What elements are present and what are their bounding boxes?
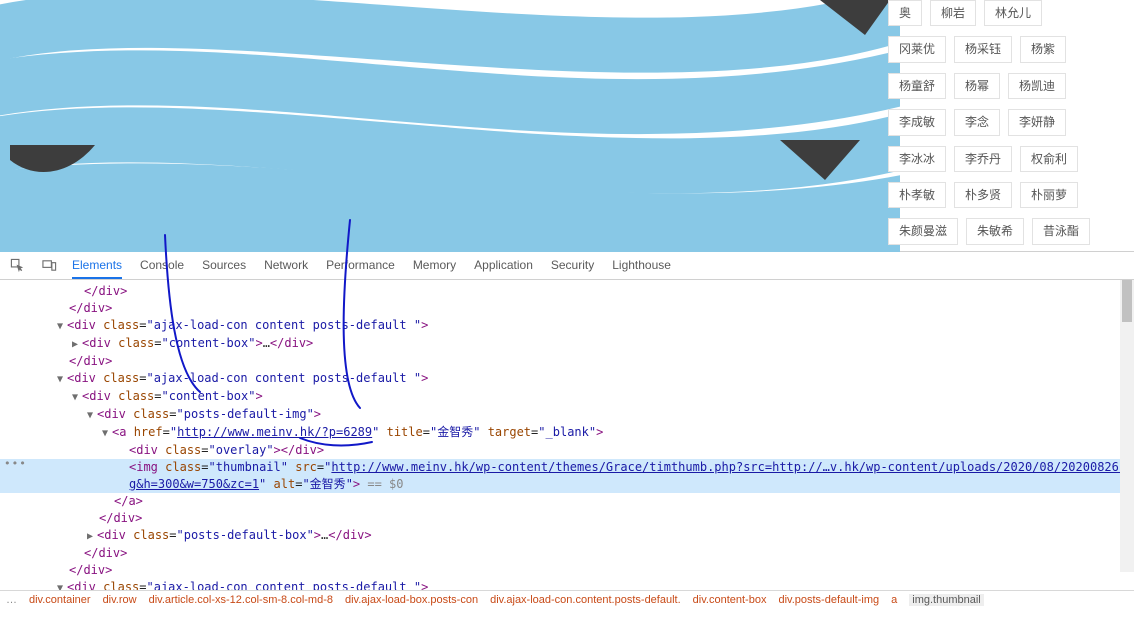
inspect-element-icon[interactable] — [8, 257, 26, 275]
tab-memory[interactable]: Memory — [413, 252, 456, 279]
tag-item[interactable]: 杨幂 — [954, 73, 1000, 99]
devtools-panel: Elements Console Sources Network Perform… — [0, 252, 1134, 608]
tag-item[interactable]: 李冰冰 — [888, 146, 946, 172]
tag-item[interactable]: 朱颜曼滋 — [888, 218, 958, 244]
tab-console[interactable]: Console — [140, 252, 184, 279]
crumb-item[interactable]: div.ajax-load-con.content.posts-default. — [490, 594, 681, 606]
tag-item[interactable]: 杨童舒 — [888, 73, 946, 99]
tag-item[interactable]: 林允儿 — [984, 0, 1042, 26]
tag-item[interactable]: 李妍静 — [1008, 109, 1066, 135]
tab-network[interactable]: Network — [264, 252, 308, 279]
crumb-item[interactable]: a — [891, 594, 897, 606]
redaction-scribble — [0, 0, 900, 252]
tag-item[interactable]: 杨采钰 — [954, 36, 1012, 62]
tag-item[interactable]: 奥 — [888, 0, 922, 26]
tag-item[interactable]: 李乔丹 — [954, 146, 1012, 172]
elements-dom-tree[interactable]: ••• </div> </div> ▼<div class="ajax-load… — [0, 280, 1134, 590]
crumb-item-selected[interactable]: img.thumbnail — [909, 594, 983, 606]
tab-elements[interactable]: Elements — [72, 252, 122, 279]
crumb-item[interactable]: div.article.col-xs-12.col-sm-8.col-md-8 — [149, 594, 333, 606]
tab-sources[interactable]: Sources — [202, 252, 246, 279]
tag-item[interactable]: 柳岩 — [930, 0, 976, 26]
tag-item[interactable]: 朱敏希 — [966, 218, 1024, 244]
crumb-item[interactable]: div.content-box — [693, 594, 767, 606]
tag-item[interactable]: 杨紫 — [1020, 36, 1066, 62]
crumb-overflow[interactable]: … — [6, 594, 17, 606]
tag-item[interactable]: 冈莱优 — [888, 36, 946, 62]
tag-item[interactable]: 朴丽萝 — [1020, 182, 1078, 208]
devtools-tabs: Elements Console Sources Network Perform… — [72, 252, 671, 279]
devtools-toolbar: Elements Console Sources Network Perform… — [0, 252, 1134, 280]
tag-item[interactable]: 权俞利 — [1020, 146, 1078, 172]
main-content-thumbnails — [0, 0, 880, 252]
crumb-item[interactable]: div.ajax-load-box.posts-con — [345, 594, 478, 606]
tab-application[interactable]: Application — [474, 252, 533, 279]
scrollbar-thumb[interactable] — [1122, 280, 1132, 322]
tag-item[interactable]: 昔泳酯 — [1032, 218, 1090, 244]
page-content-region: 奥柳岩林允儿 冈莱优杨采钰杨紫 杨童舒杨幂杨凯迪 李成敏李念李妍静 李冰冰李乔丹… — [0, 0, 1134, 252]
device-toolbar-icon[interactable] — [40, 257, 58, 275]
tag-item[interactable]: 李念 — [954, 109, 1000, 135]
tag-item[interactable]: 朴孝敏 — [888, 182, 946, 208]
gutter-overflow-icon[interactable]: ••• — [4, 455, 27, 472]
crumb-item[interactable]: div.row — [103, 594, 137, 606]
tag-item[interactable]: 杨凯迪 — [1008, 73, 1066, 99]
tab-security[interactable]: Security — [551, 252, 594, 279]
dom-breadcrumb[interactable]: … div.container div.row div.article.col-… — [0, 590, 1134, 608]
crumb-item[interactable]: div.posts-default-img — [778, 594, 879, 606]
tag-item[interactable]: 李成敏 — [888, 109, 946, 135]
sidebar-tags-panel: 奥柳岩林允儿 冈莱优杨采钰杨紫 杨童舒杨幂杨凯迪 李成敏李念李妍静 李冰冰李乔丹… — [884, 0, 1134, 252]
vertical-scrollbar[interactable] — [1120, 280, 1134, 572]
tab-lighthouse[interactable]: Lighthouse — [612, 252, 671, 279]
crumb-item[interactable]: div.container — [29, 594, 91, 606]
tag-item[interactable]: 朴多贤 — [954, 182, 1012, 208]
tab-performance[interactable]: Performance — [326, 252, 395, 279]
